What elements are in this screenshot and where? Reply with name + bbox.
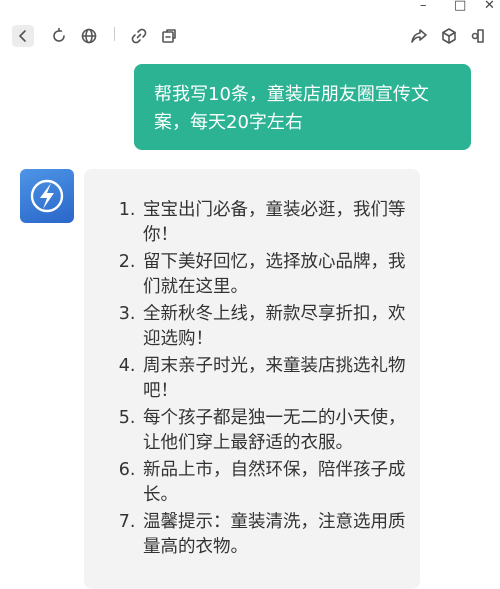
puzzle-icon[interactable]	[158, 25, 180, 47]
user-message-bubble: 帮我写10条，童装店朋友圈宣传文案，每天20字左右	[134, 64, 471, 150]
minimize-button[interactable]: –	[420, 0, 427, 13]
share-icon[interactable]	[408, 25, 430, 47]
list-item: 周末亲子时光，来童装店挑选礼物吧！	[141, 354, 411, 404]
list-item: 新品上市，自然环保，陪伴孩子成长。	[141, 458, 411, 508]
list-item: 每个孩子都是独一无二的小天使，让他们穿上最舒适的衣服。	[141, 406, 411, 456]
cube-icon[interactable]	[438, 25, 460, 47]
globe-icon[interactable]	[78, 25, 100, 47]
exit-icon[interactable]	[466, 25, 488, 47]
close-button[interactable]: ✕	[484, 0, 495, 13]
refresh-icon[interactable]	[48, 25, 70, 47]
user-message-text: 帮我写10条，童装店朋友圈宣传文案，每天20字左右	[154, 84, 429, 133]
lightning-icon	[30, 179, 64, 213]
list-item: 全新秋冬上线，新款尽享折扣，欢迎选购！	[141, 302, 411, 352]
list-item: 温馨提示：童装清洗，注意选用质量高的衣物。	[141, 510, 411, 560]
toolbar	[0, 22, 500, 50]
list-item: 宝宝出门必备，童装必逛，我们等你！	[141, 198, 411, 248]
link-icon[interactable]	[128, 25, 150, 47]
maximize-button[interactable]: □	[454, 0, 466, 13]
list-item: 留下美好回忆，选择放心品牌，我们就在这里。	[141, 250, 411, 300]
assistant-avatar	[20, 169, 74, 223]
toolbar-divider	[114, 27, 115, 41]
assistant-list: 宝宝出门必备，童装必逛，我们等你！ 留下美好回忆，选择放心品牌，我们就在这里。 …	[119, 198, 411, 562]
back-icon[interactable]	[12, 25, 34, 47]
window-controls: – □ ✕	[0, 0, 500, 14]
assistant-message-bubble: 宝宝出门必备，童装必逛，我们等你！ 留下美好回忆，选择放心品牌，我们就在这里。 …	[84, 169, 420, 589]
